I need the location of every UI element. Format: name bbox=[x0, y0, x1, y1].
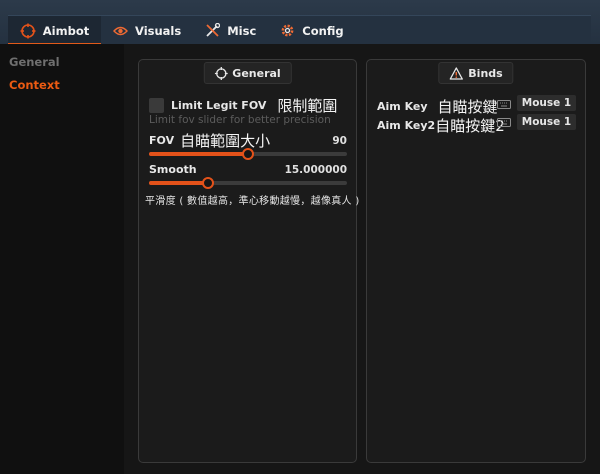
fov-value: 90 bbox=[332, 134, 347, 147]
content-area: General Context General Limit Legit FOV … bbox=[0, 44, 600, 474]
limit-fov-cjk-label: 限制範圍 bbox=[277, 97, 338, 115]
smooth-slider-handle[interactable] bbox=[202, 177, 215, 189]
tools-icon bbox=[206, 23, 221, 37]
smooth-label: Smooth bbox=[149, 163, 197, 176]
sidebar-item-general[interactable]: General bbox=[9, 55, 60, 69]
tab-config-label: Config bbox=[302, 23, 344, 38]
aim-key2-bind-button[interactable]: Mouse 1 bbox=[517, 114, 576, 130]
limit-fov-row: Limit Legit FOV 限制範圍 bbox=[149, 95, 337, 116]
limit-fov-checkbox[interactable] bbox=[149, 98, 164, 113]
limit-fov-hint: Limit fov slider for better precision bbox=[149, 114, 331, 126]
general-panel-title: General bbox=[232, 66, 281, 80]
smooth-row: Smooth 15.000000 bbox=[149, 163, 347, 176]
crosshair-icon bbox=[214, 66, 228, 80]
tab-bar: Aimbot Visuals Misc Config bbox=[8, 15, 591, 45]
tab-aimbot[interactable]: Aimbot bbox=[8, 16, 101, 45]
aim-key-bind-button[interactable]: Mouse 1 bbox=[517, 95, 576, 111]
smooth-value: 15.000000 bbox=[284, 163, 347, 176]
fov-label: FOV bbox=[149, 134, 175, 147]
binds-panel-title: Binds bbox=[468, 66, 503, 80]
tab-visuals[interactable]: Visuals bbox=[101, 16, 193, 45]
fov-slider-handle[interactable] bbox=[242, 148, 254, 160]
general-panel-header: General bbox=[203, 62, 292, 84]
warning-icon bbox=[449, 66, 463, 80]
tab-misc[interactable]: Misc bbox=[193, 16, 268, 45]
aim-key2-cjk-label: 自瞄按鍵2 bbox=[435, 117, 505, 135]
fov-slider[interactable] bbox=[149, 148, 347, 160]
aim-key-label: Aim Key bbox=[377, 100, 428, 113]
fov-cjk-label: 自瞄範圍大小 bbox=[180, 132, 271, 150]
general-panel: General Limit Legit FOV 限制範圍 Limit fov s… bbox=[138, 59, 360, 463]
gear-icon bbox=[281, 24, 294, 37]
binds-panel-header: Binds bbox=[438, 62, 514, 84]
smooth-slider-fill bbox=[149, 181, 209, 185]
aim-key2-label: Aim Key2 bbox=[377, 119, 436, 132]
bind-row-aim-key2: Aim Key2 自瞄按鍵2 bbox=[377, 115, 505, 136]
limit-fov-label: Limit Legit FOV bbox=[171, 99, 267, 112]
sidebar-item-context[interactable]: Context bbox=[9, 78, 60, 92]
top-bar: Aimbot Visuals Misc Config bbox=[0, 0, 600, 45]
smooth-cjk-note: 平滑度 ( 數值越高，準心移動越慢，越像真人 ) bbox=[145, 196, 360, 207]
tab-aimbot-label: Aimbot bbox=[42, 23, 90, 38]
tab-visuals-label: Visuals bbox=[135, 23, 182, 38]
keyboard-icon bbox=[497, 100, 511, 109]
sidebar: General Context bbox=[0, 44, 124, 474]
bind-row-aim-key: Aim Key 自瞄按鍵 bbox=[377, 96, 498, 117]
crosshair-icon bbox=[20, 23, 36, 38]
tab-misc-label: Misc bbox=[227, 23, 257, 38]
keyboard-icon bbox=[497, 118, 511, 127]
tab-config[interactable]: Config bbox=[268, 16, 355, 45]
smooth-slider[interactable] bbox=[149, 177, 347, 189]
aim-key-cjk-label: 自瞄按鍵 bbox=[437, 98, 498, 116]
fov-slider-fill bbox=[149, 152, 248, 156]
eye-icon bbox=[113, 26, 128, 35]
binds-panel: Binds Aim Key 自瞄按鍵 Mouse 1 Aim Key2 自瞄按鍵… bbox=[366, 59, 586, 463]
